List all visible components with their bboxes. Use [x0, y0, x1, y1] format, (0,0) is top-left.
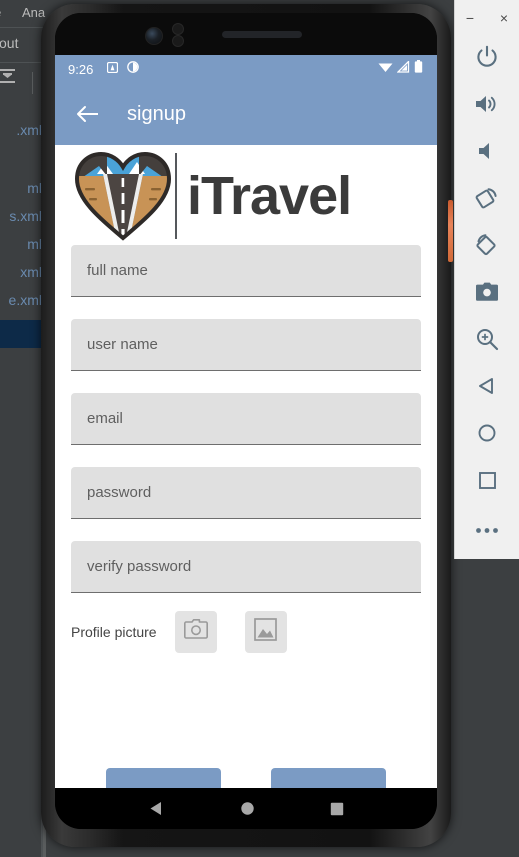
- full-name-placeholder: full name: [87, 262, 148, 279]
- zoom-in-icon: [475, 327, 499, 356]
- back-triangle-icon: [477, 376, 497, 401]
- volume-down-icon: [476, 140, 498, 167]
- emulator-window-controls: − ×: [455, 0, 519, 36]
- ide-toolbar-divider: [32, 72, 33, 94]
- volume-up-icon: [474, 93, 500, 120]
- app-logo: iTravel: [55, 145, 437, 241]
- emulator-home-button[interactable]: [455, 412, 519, 459]
- password-field[interactable]: password: [71, 467, 421, 519]
- ide-file-item[interactable]: s.xml: [9, 208, 42, 224]
- user-name-placeholder: user name: [87, 336, 158, 353]
- android-navigation-bar: [55, 788, 437, 829]
- camera-icon: [183, 619, 208, 645]
- ide-menu-item[interactable]: e: [0, 5, 1, 20]
- password-placeholder: password: [87, 484, 152, 501]
- emulator-more-button[interactable]: [455, 506, 519, 553]
- nav-back-triangle-icon[interactable]: [148, 800, 165, 817]
- signup-submit-button[interactable]: [106, 768, 221, 788]
- user-name-field[interactable]: user name: [71, 319, 421, 371]
- app-bar: signup: [55, 83, 437, 145]
- itravel-heart-road-logo-icon: [73, 150, 173, 242]
- sort-icon[interactable]: [0, 67, 20, 85]
- screenshot-camera-icon: [475, 282, 499, 307]
- verify-password-placeholder: verify password: [87, 558, 192, 575]
- front-camera-icon: [145, 27, 163, 45]
- more-ellipsis-icon: [475, 521, 499, 539]
- nav-home-circle-icon[interactable]: [240, 801, 255, 816]
- emulator-recents-button[interactable]: [455, 459, 519, 506]
- rotate-right-button[interactable]: [455, 224, 519, 271]
- phone-top-bezel: [55, 13, 437, 55]
- screenshot-button[interactable]: [455, 271, 519, 318]
- ide-file-item-selected[interactable]: [0, 320, 41, 348]
- back-arrow-icon[interactable]: [75, 101, 101, 127]
- emulator-back-button[interactable]: [455, 365, 519, 412]
- page-title: signup: [127, 102, 186, 125]
- form-action-buttons: [55, 768, 437, 788]
- full-name-field[interactable]: full name: [71, 245, 421, 297]
- ide-file-item[interactable]: .xml: [16, 122, 42, 138]
- status-bar: 9:26: [55, 55, 437, 83]
- profile-picture-row: Profile picture: [55, 609, 437, 653]
- emulator-phone-frame: 9:26 signup iTravel full name user name …: [41, 4, 453, 847]
- phone-power-button[interactable]: [448, 200, 453, 262]
- profile-picture-label: Profile picture: [71, 624, 157, 640]
- ide-file-item[interactable]: xml: [20, 264, 42, 280]
- signup-form-content: iTravel full name user name email passwo…: [55, 145, 437, 788]
- cancel-button[interactable]: [271, 768, 386, 788]
- app-wordmark: iTravel: [187, 166, 352, 226]
- rotate-right-icon: [474, 232, 500, 263]
- verify-password-field[interactable]: verify password: [71, 541, 421, 593]
- close-button[interactable]: ×: [497, 11, 511, 25]
- ide-project-tree: .xml ml s.xml ml xml e.xml: [0, 100, 43, 857]
- app-screen: 9:26 signup iTravel full name user name …: [55, 55, 437, 788]
- ide-file-item[interactable]: e.xml: [9, 292, 42, 308]
- logo-divider: [175, 153, 177, 239]
- ide-menu-item-analyze[interactable]: Ana: [22, 5, 45, 20]
- zoom-in-button[interactable]: [455, 318, 519, 365]
- cellular-signal-icon: [396, 59, 410, 78]
- signup-fields: full name user name email password verif…: [55, 241, 437, 593]
- rotate-left-button[interactable]: [455, 177, 519, 224]
- choose-from-gallery-button[interactable]: [244, 611, 287, 653]
- ide-tab-layout[interactable]: yout: [0, 35, 18, 51]
- notification-badge-icon: [107, 60, 119, 78]
- battery-icon: [414, 60, 423, 78]
- wifi-icon: [378, 60, 393, 78]
- power-button[interactable]: [455, 36, 519, 83]
- ide-file-item[interactable]: ml: [27, 236, 42, 252]
- gallery-image-icon: [254, 618, 277, 646]
- light-sensor-icon: [172, 35, 184, 47]
- take-photo-button[interactable]: [174, 611, 217, 653]
- proximity-sensor-icon: [172, 23, 184, 35]
- emulator-side-toolbar: − ×: [454, 0, 519, 559]
- status-bar-time: 9:26: [68, 61, 94, 77]
- email-placeholder: email: [87, 410, 123, 427]
- home-circle-icon: [477, 423, 497, 448]
- email-field[interactable]: email: [71, 393, 421, 445]
- rotate-left-icon: [474, 185, 500, 216]
- recents-square-icon: [478, 471, 497, 495]
- nav-recents-square-icon[interactable]: [330, 802, 344, 816]
- phone-screen-area: 9:26 signup iTravel full name user name …: [55, 13, 437, 829]
- clock-icon: [127, 60, 140, 78]
- volume-up-button[interactable]: [455, 83, 519, 130]
- earpiece-speaker: [222, 31, 302, 38]
- power-icon: [475, 45, 499, 74]
- minimize-button[interactable]: −: [463, 11, 477, 25]
- volume-down-button[interactable]: [455, 130, 519, 177]
- ide-file-item[interactable]: ml: [27, 180, 42, 196]
